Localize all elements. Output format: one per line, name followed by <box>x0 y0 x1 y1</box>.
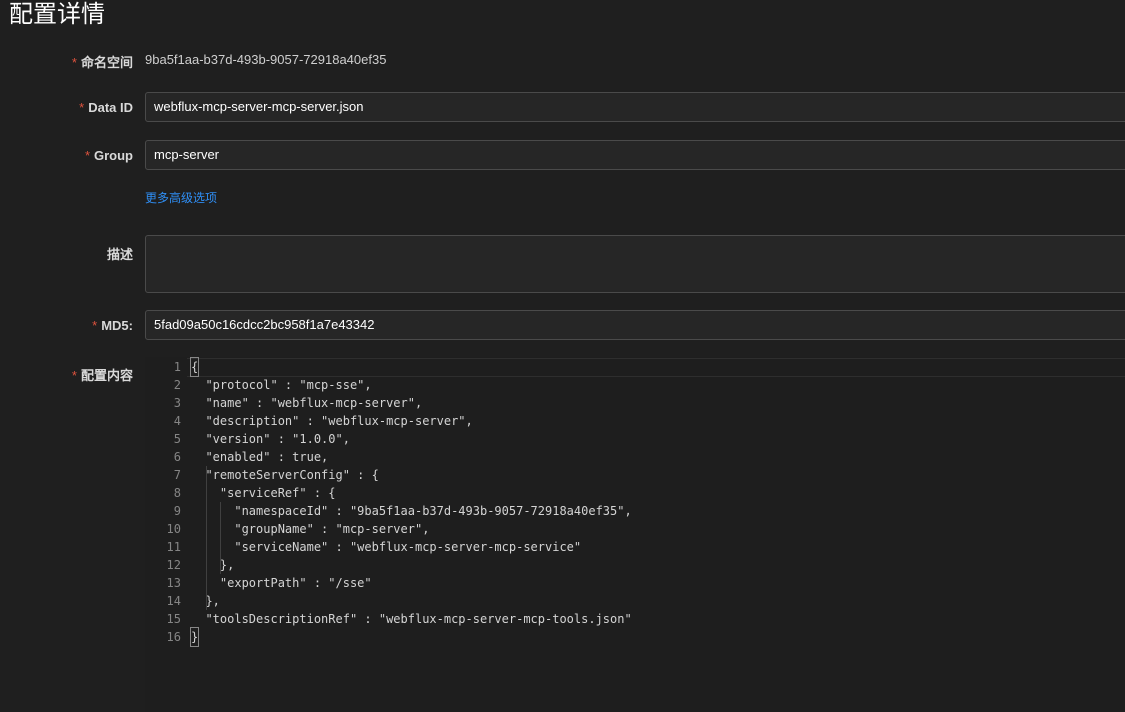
code-text: "serviceName" : "webflux-mcp-server-mcp-… <box>191 540 582 554</box>
line-number: 12 <box>166 558 181 572</box>
more-advanced-options-link[interactable]: 更多高级选项 <box>145 189 217 206</box>
description-textarea[interactable] <box>145 235 1125 293</box>
code-line: 2 "protocol" : "mcp-sse", <box>145 376 1125 394</box>
line-number: 6 <box>173 450 181 464</box>
code-text: "version" : "1.0.0", <box>191 432 350 446</box>
code-text: "serviceRef" : { <box>191 486 336 500</box>
line-number: 5 <box>173 432 181 446</box>
required-mark: * <box>71 368 77 383</box>
required-mark: * <box>92 318 98 333</box>
line-number: 8 <box>173 486 181 500</box>
code-line: 13 "exportPath" : "/sse" <box>145 574 1125 592</box>
line-number: 13 <box>166 576 181 590</box>
code-text: "name" : "webflux-mcp-server", <box>191 396 423 410</box>
code-line: 9 "namespaceId" : "9ba5f1aa-b37d-493b-90… <box>145 502 1125 520</box>
code-line: 11 "serviceName" : "webflux-mcp-server-m… <box>145 538 1125 556</box>
code-line: 8 "serviceRef" : { <box>145 484 1125 502</box>
md5-label: * MD5: <box>92 318 133 333</box>
line-number: 10 <box>166 522 181 536</box>
line-number: 9 <box>173 504 181 518</box>
indent-guide <box>205 466 207 610</box>
code-text: "enabled" : true, <box>191 450 329 464</box>
line-number: 14 <box>166 594 181 608</box>
indent-guide <box>220 502 221 574</box>
code-line: 6 "enabled" : true, <box>145 448 1125 466</box>
code-editor[interactable]: 1{2 "protocol" : "mcp-sse", 3 "name" : "w… <box>145 357 1125 712</box>
required-mark: * <box>71 55 77 70</box>
code-line: 1{ <box>145 357 1125 377</box>
code-line: 16} <box>145 627 1125 647</box>
data-id-label: * Data ID <box>79 100 133 115</box>
code-text: "protocol" : "mcp-sse", <box>191 378 372 392</box>
line-number: 16 <box>166 630 181 644</box>
code-text: "toolsDescriptionRef" : "webflux-mcp-ser… <box>191 612 632 626</box>
group-input[interactable]: mcp-server <box>145 140 1125 170</box>
code-line: 15 "toolsDescriptionRef" : "webflux-mcp-… <box>145 610 1125 628</box>
line-number: 2 <box>173 378 181 392</box>
namespace-value: 9ba5f1aa-b37d-493b-9057-72918a40ef35 <box>145 52 387 67</box>
line-number: 4 <box>173 414 181 428</box>
line-number: 1 <box>173 360 181 374</box>
required-mark: * <box>84 148 90 163</box>
code-text: "description" : "webflux-mcp-server", <box>191 414 473 428</box>
code-text: "remoteServerConfig" : { <box>191 468 379 482</box>
code-text: } <box>189 627 200 647</box>
code-text: "exportPath" : "/sse" <box>191 576 372 590</box>
line-number: 11 <box>166 540 181 554</box>
code-text: "namespaceId" : "9ba5f1aa-b37d-493b-9057… <box>191 504 632 518</box>
group-label: * Group <box>84 148 133 163</box>
line-number: 7 <box>173 468 181 482</box>
config-detail-page: 配置详情 * 命名空间 9ba5f1aa-b37d-493b-9057-72918… <box>0 0 1125 712</box>
code-text: }, <box>191 558 235 572</box>
md5-input[interactable]: 5fad09a50c16cdcc2bc958f1a7e43342 <box>145 310 1125 340</box>
code-line: 4 "description" : "webflux-mcp-server", <box>145 412 1125 430</box>
code-line: 7 "remoteServerConfig" : { <box>145 466 1125 484</box>
code-line: 14 }, <box>145 592 1125 610</box>
code-line: 12 }, <box>145 556 1125 574</box>
required-mark: * <box>79 100 85 115</box>
data-id-input[interactable]: webflux-mcp-server-mcp-server.json <box>145 92 1125 122</box>
code-line: 5 "version" : "1.0.0", <box>145 430 1125 448</box>
code-line: 10 "groupName" : "mcp-server", <box>145 520 1125 538</box>
config-content-label: * 配置内容 <box>71 368 133 383</box>
description-label: 描述 <box>106 247 133 262</box>
page-title: 配置详情 <box>9 1 105 28</box>
code-text: "groupName" : "mcp-server", <box>191 522 430 536</box>
code-line: 3 "name" : "webflux-mcp-server", <box>145 394 1125 412</box>
namespace-label: * 命名空间 <box>71 55 133 70</box>
line-number: 3 <box>173 396 181 410</box>
line-number: 15 <box>166 612 181 626</box>
code-text: { <box>189 357 200 377</box>
